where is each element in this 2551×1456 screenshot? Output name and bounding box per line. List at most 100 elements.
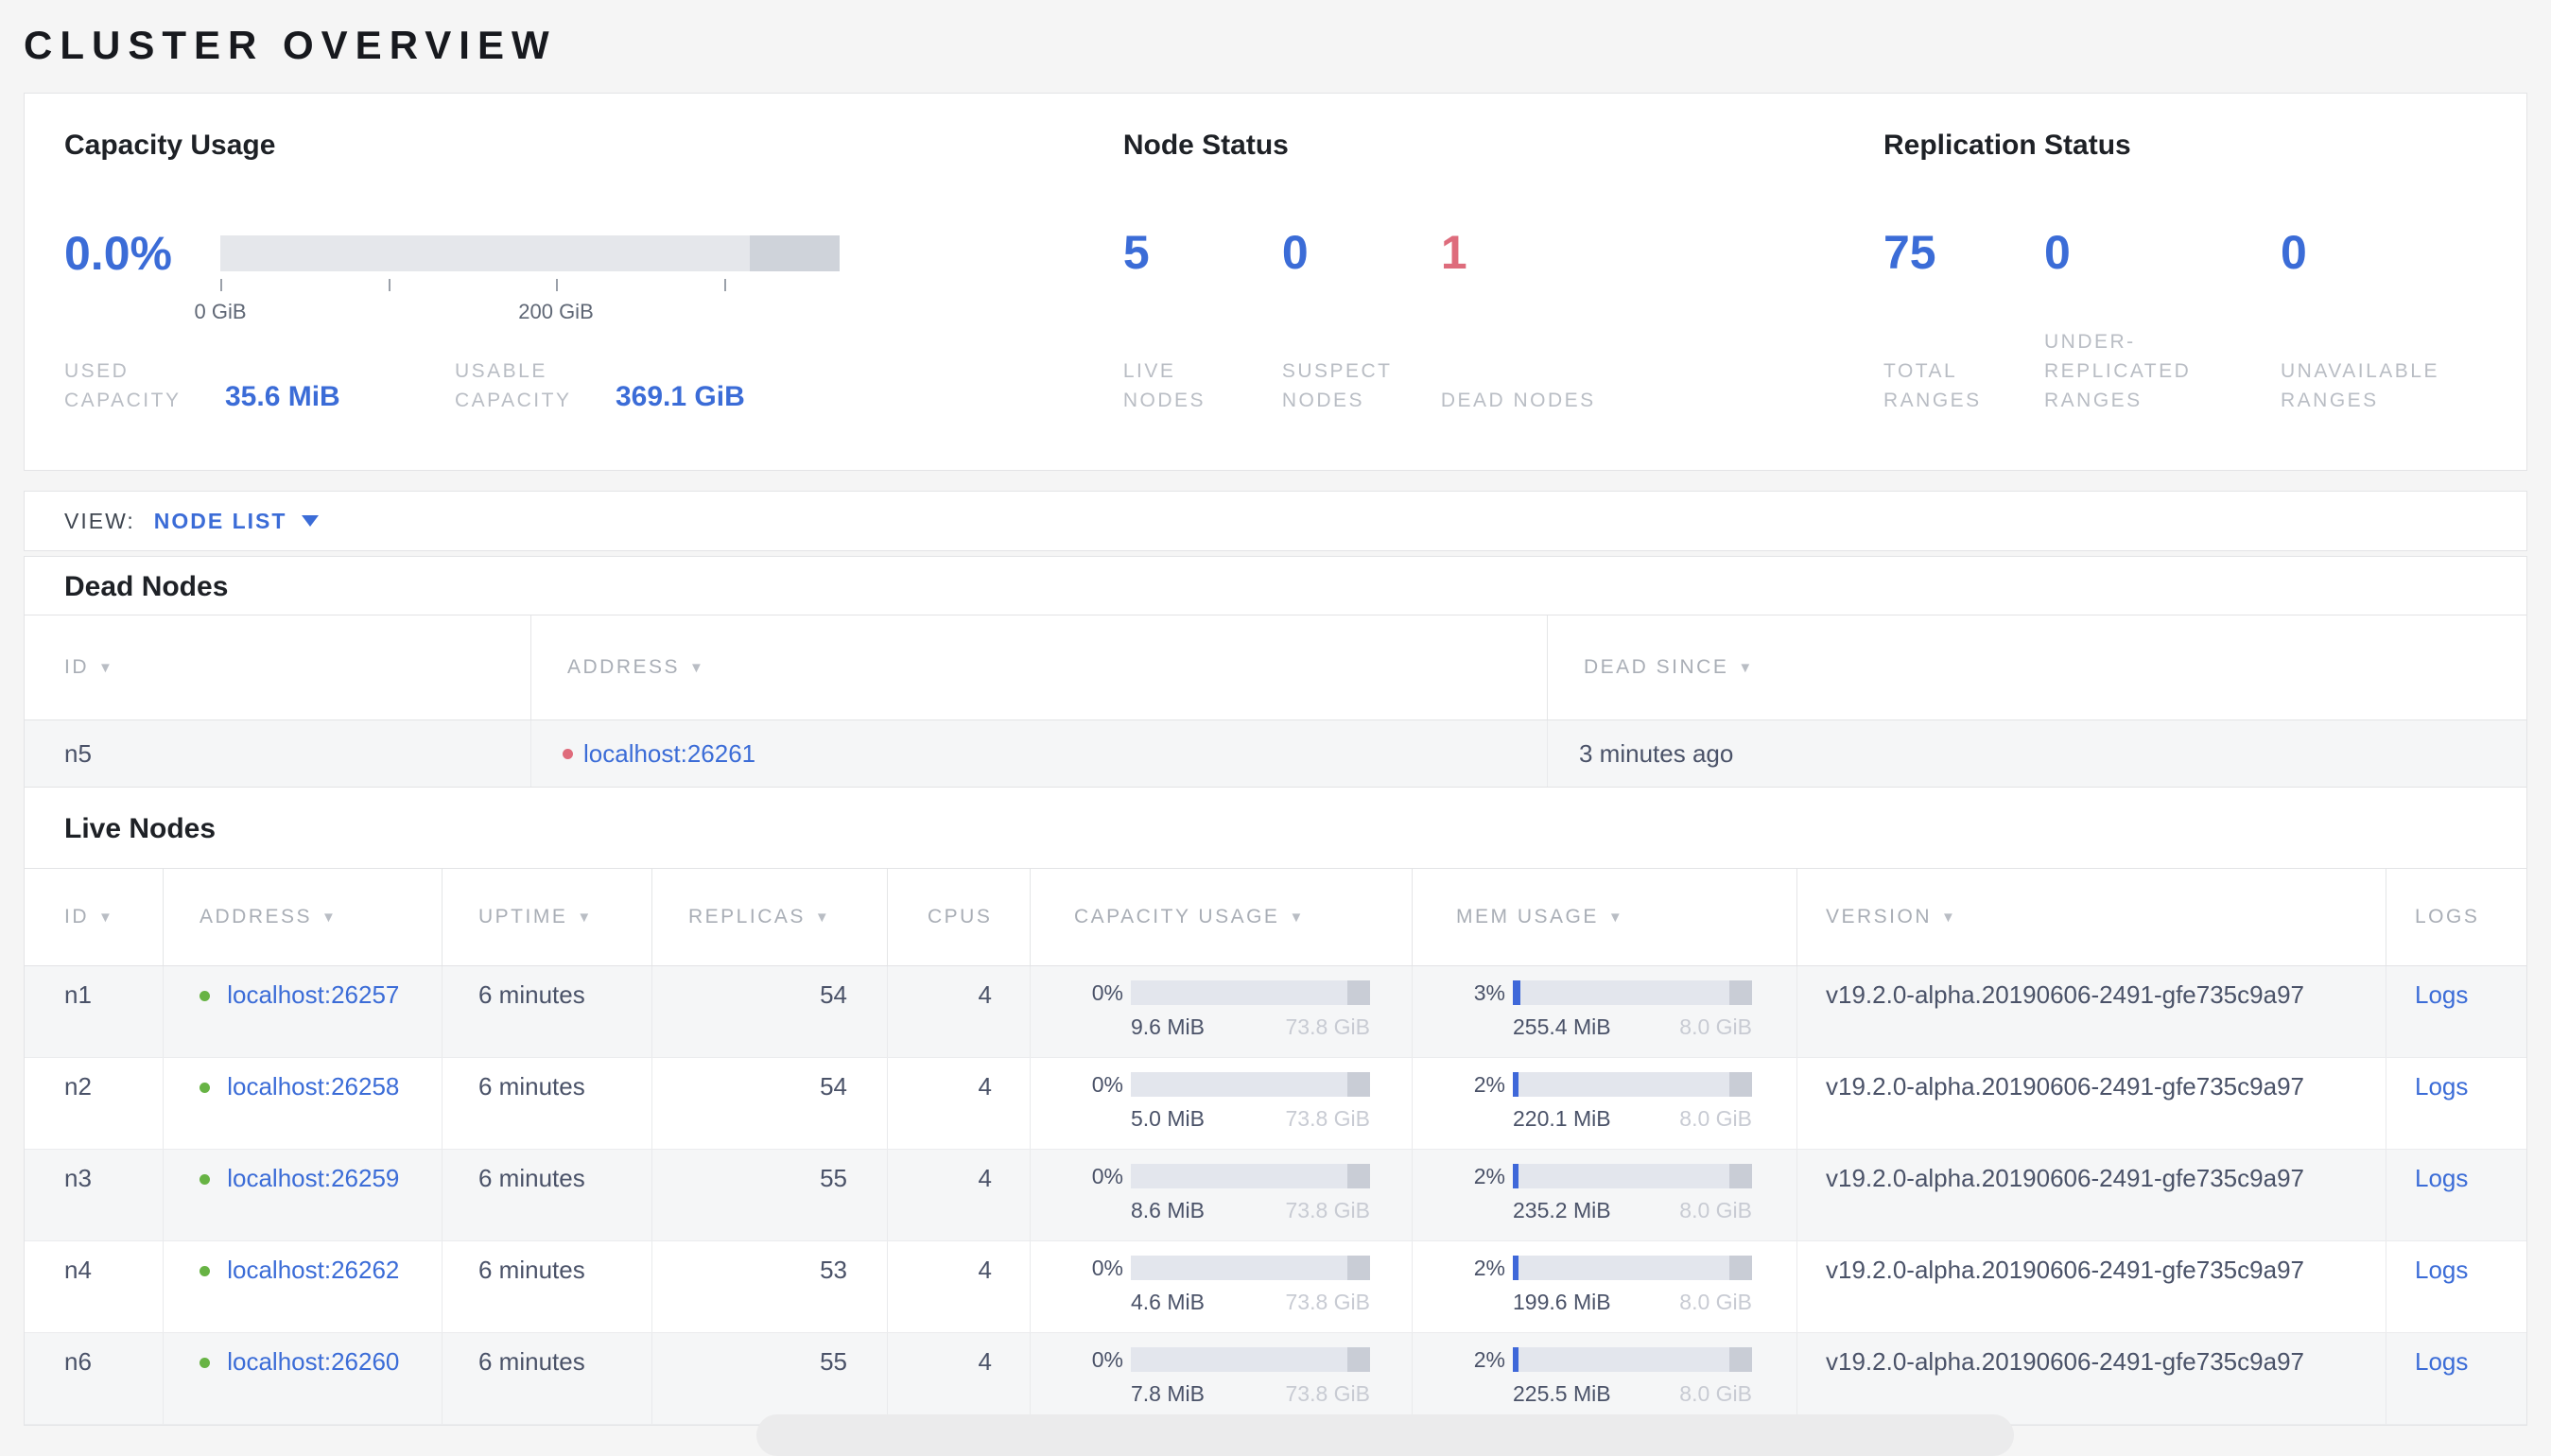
usable-capacity-label: USABLE CAPACITY xyxy=(455,360,572,411)
dead-col-header-address[interactable]: ADDRESS ▼ xyxy=(530,615,1547,719)
live-node-address-link[interactable]: localhost:26262 xyxy=(227,1256,399,1284)
dead-col-header-dead-since[interactable]: DEAD SINCE ▼ xyxy=(1547,615,2526,719)
live-status-dot-icon xyxy=(200,1083,210,1093)
live-node-replicas: 54 xyxy=(651,966,887,1057)
unavailable-ranges-label: UNAVAILABLE RANGES xyxy=(2281,360,2439,411)
live-node-uptime: 6 minutes xyxy=(442,1333,651,1424)
used-capacity-label: USED CAPACITY xyxy=(64,360,182,411)
page-title: CLUSTER OVERVIEW xyxy=(24,23,557,67)
live-col-header-version[interactable]: VERSION ▼ xyxy=(1796,869,2386,965)
axis-tick-label: 200 GiB xyxy=(518,300,594,323)
capacity-bar-other-segment xyxy=(1347,1164,1370,1188)
mem-bar-other-segment xyxy=(1729,1164,1752,1188)
live-node-address-link[interactable]: localhost:26258 xyxy=(227,1072,399,1101)
mem-bar-other-segment xyxy=(1729,1347,1752,1372)
mem-bar-fill xyxy=(1513,1256,1518,1280)
logs-link[interactable]: Logs xyxy=(2415,1072,2468,1101)
live-node-capacity-cell: 0% 4.6 MiB 73.8 GiB xyxy=(1030,1241,1412,1332)
capacity-bar-other-segment xyxy=(1347,1347,1370,1372)
chevron-down-icon xyxy=(302,515,320,527)
mem-bar-fill xyxy=(1513,1164,1518,1188)
capacity-used-value: 8.6 MiB xyxy=(1131,1198,1205,1222)
mem-bar xyxy=(1513,1164,1752,1188)
mem-percent: 2% xyxy=(1473,1164,1505,1188)
mem-used-value: 225.5 MiB xyxy=(1513,1381,1611,1406)
live-node-address-link[interactable]: localhost:26259 xyxy=(227,1164,399,1192)
live-node-cpus: 4 xyxy=(887,1333,1030,1424)
sort-arrow-icon: ▼ xyxy=(1738,659,1755,676)
dead-node-address-cell: localhost:26261 xyxy=(530,720,1547,787)
mem-total-value: 8.0 GiB xyxy=(1679,1290,1752,1314)
live-node-version: v19.2.0-alpha.20190606-2491-gfe735c9a97 xyxy=(1796,1333,2386,1424)
live-node-version: v19.2.0-alpha.20190606-2491-gfe735c9a97 xyxy=(1796,966,2386,1057)
live-node-replicas: 53 xyxy=(651,1241,887,1332)
live-node-logs-cell: Logs xyxy=(2386,1333,2526,1424)
capacity-usage-bar: 0 GiB 200 GiB xyxy=(194,235,840,323)
view-dropdown[interactable]: NODE LIST xyxy=(154,509,320,534)
mem-bar-fill xyxy=(1513,980,1520,1005)
logs-link[interactable]: Logs xyxy=(2415,980,2468,1009)
mem-percent: 3% xyxy=(1473,980,1505,1005)
live-node-capacity-cell: 0% 5.0 MiB 73.8 GiB xyxy=(1030,1058,1412,1149)
live-col-header-replicas[interactable]: REPLICAS ▼ xyxy=(651,869,887,965)
capacity-usage-chart: 0.0% 0 GiB 200 GiB xyxy=(64,227,1123,323)
node-status-section: Node Status 5 0 1 LIVE NODES SUSPECT NOD… xyxy=(1123,94,1883,470)
capacity-used-percent: 0.0% xyxy=(64,227,172,280)
dead-node-address-link[interactable]: localhost:26261 xyxy=(583,739,755,769)
capacity-stats: USED CAPACITY 35.6 MiB USABLE CAPACITY 3… xyxy=(64,356,845,415)
capacity-bar-other-segment xyxy=(1347,1256,1370,1280)
live-node-capacity-cell: 0% 9.6 MiB 73.8 GiB xyxy=(1030,966,1412,1057)
mem-bar xyxy=(1513,1256,1752,1280)
capacity-bar-other-segment xyxy=(1347,1072,1370,1097)
dead-node-row: n5 localhost:26261 3 minutes ago xyxy=(25,720,2526,788)
mem-bar xyxy=(1513,1072,1752,1097)
logs-link[interactable]: Logs xyxy=(2415,1164,2468,1192)
mem-total-value: 8.0 GiB xyxy=(1679,1106,1752,1131)
capacity-total-value: 73.8 GiB xyxy=(1285,1290,1371,1314)
live-node-row: n4 localhost:26262 6 minutes 53 4 0% 4.6… xyxy=(25,1241,2526,1333)
replication-status-title: Replication Status xyxy=(1883,130,2131,161)
mem-total-value: 8.0 GiB xyxy=(1679,1014,1752,1039)
logs-link[interactable]: Logs xyxy=(2415,1347,2468,1376)
mem-percent: 2% xyxy=(1473,1347,1505,1372)
background-shadow-blob xyxy=(756,1414,2014,1456)
live-node-replicas: 55 xyxy=(651,1150,887,1240)
capacity-percent: 0% xyxy=(1091,1347,1123,1372)
live-col-header-mem-usage[interactable]: MEM USAGE ▼ xyxy=(1412,869,1796,965)
nodes-tables-card: Dead Nodes ID ▼ ADDRESS ▼ DEAD SINCE ▼ n… xyxy=(24,556,2527,1426)
capacity-percent: 0% xyxy=(1091,1164,1123,1188)
under-replicated-ranges-count: 0 xyxy=(2044,226,2071,279)
live-node-address-link[interactable]: localhost:26260 xyxy=(227,1347,399,1376)
sort-arrow-icon: ▼ xyxy=(98,909,115,926)
live-node-address-link[interactable]: localhost:26257 xyxy=(227,980,399,1009)
live-nodes-count: 5 xyxy=(1122,226,1150,279)
sort-arrow-icon: ▼ xyxy=(1607,909,1625,926)
live-col-header-uptime[interactable]: UPTIME ▼ xyxy=(442,869,651,965)
cluster-overview-page: CLUSTER OVERVIEW Capacity Usage 0.0% 0 G… xyxy=(0,0,2551,1426)
node-status-numbers: 5 0 1 xyxy=(1122,226,1883,279)
live-node-uptime: 6 minutes xyxy=(442,1058,651,1149)
live-col-header-cpus[interactable]: CPUS xyxy=(887,869,1030,965)
live-nodes-label: LIVE NODES xyxy=(1122,360,1206,411)
dead-nodes-count: 1 xyxy=(1440,226,1467,279)
dead-col-header-id[interactable]: ID ▼ xyxy=(25,615,530,719)
live-nodes-heading: Live Nodes xyxy=(64,813,217,844)
live-col-header-id[interactable]: ID ▼ xyxy=(25,869,163,965)
live-node-logs-cell: Logs xyxy=(2386,966,2526,1057)
live-node-id: n4 xyxy=(64,1256,92,1284)
live-col-header-address[interactable]: ADDRESS ▼ xyxy=(163,869,442,965)
live-status-dot-icon xyxy=(200,1266,210,1276)
axis-tick-label: 0 GiB xyxy=(194,300,247,323)
node-status-labels: LIVE NODES SUSPECT NODES DEAD NODES xyxy=(1123,356,1630,415)
live-nodes-table-body: n1 localhost:26257 6 minutes 54 4 0% 9.6… xyxy=(25,966,2526,1425)
live-col-header-capacity-usage[interactable]: CAPACITY USAGE ▼ xyxy=(1030,869,1412,965)
axis-tick xyxy=(723,279,726,291)
logs-link[interactable]: Logs xyxy=(2415,1256,2468,1284)
total-ranges-label: TOTAL RANGES xyxy=(1883,360,1982,411)
live-node-id: n6 xyxy=(64,1347,92,1376)
live-node-address-cell: localhost:26262 xyxy=(163,1241,442,1332)
capacity-percent: 0% xyxy=(1091,1256,1123,1280)
axis-tick xyxy=(388,279,390,291)
cluster-summary-card: Capacity Usage 0.0% 0 GiB 200 GiB USED C… xyxy=(24,93,2527,471)
capacity-total-value: 73.8 GiB xyxy=(1285,1106,1371,1131)
